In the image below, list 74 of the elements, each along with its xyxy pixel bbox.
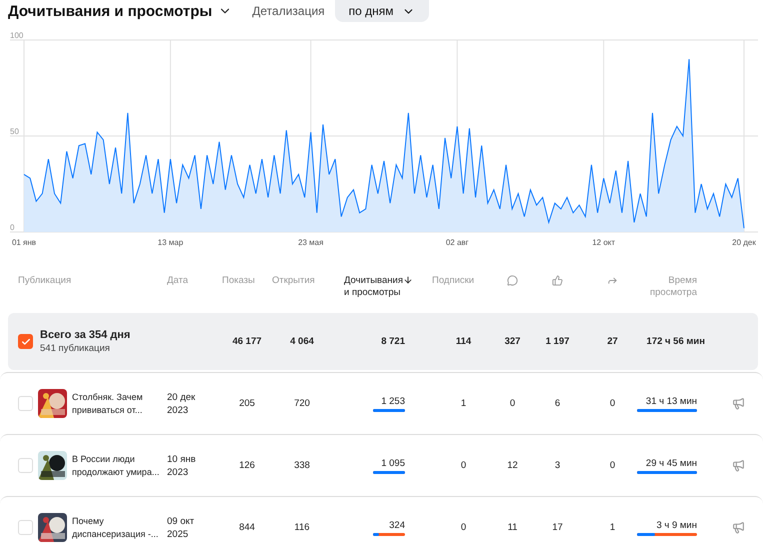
table-cell-text: 338 xyxy=(293,460,311,471)
table-cell-text: 114 xyxy=(454,336,472,347)
axis-label: 12 окт xyxy=(592,238,616,247)
table-cell-text: 0 xyxy=(608,460,616,471)
publication-title[interactable]: Столбняк. Зачем прививаться от... xyxy=(72,390,167,416)
publication-title[interactable]: Почему диспансеризация -... xyxy=(72,514,167,540)
progress-bar xyxy=(373,532,405,536)
progress-bar xyxy=(637,532,697,536)
sort-icon xyxy=(402,275,413,285)
table-cell-text: 1 xyxy=(608,522,616,533)
column-header[interactable]: Открытия xyxy=(272,275,315,287)
table-cell-text: 0 xyxy=(608,398,616,409)
column-header[interactable]: Время просмотра xyxy=(650,275,697,299)
axis-label: 50 xyxy=(10,127,19,136)
table-cell: 29 ч 45 мин xyxy=(646,458,697,468)
column-header[interactable]: Показы xyxy=(222,275,255,287)
column-header[interactable]: Дочитывания и просмотры xyxy=(344,275,403,299)
axis-label: 0 xyxy=(10,223,14,232)
table-cell-text: 844 xyxy=(238,522,256,533)
table-cell-text: 17 xyxy=(551,522,564,533)
table-cell-text: 1 xyxy=(460,398,468,409)
table-cell-text: 6 xyxy=(554,398,562,409)
axis-label: 23 мая xyxy=(298,238,324,247)
check-icon xyxy=(20,336,30,346)
table-cell-text: 0 xyxy=(460,522,468,533)
axis-label: 01 янв xyxy=(12,238,36,247)
table-cell-text: 8 721 xyxy=(380,336,406,347)
progress-bar xyxy=(637,408,697,412)
table-cell: 31 ч 13 мин xyxy=(646,396,697,406)
table-cell-text: 20 дек 2023 xyxy=(167,390,196,416)
megaphone-icon[interactable] xyxy=(732,459,744,472)
column-header[interactable]: Подписки xyxy=(432,275,474,287)
table-cell: 324 xyxy=(389,520,405,530)
table-cell-text: 126 xyxy=(238,460,256,471)
table-cell-text: 0 xyxy=(508,398,516,409)
comment-icon[interactable] xyxy=(507,275,518,286)
table-cell-text: 172 ч 56 мин xyxy=(646,336,705,347)
axis-label: 02 авг xyxy=(446,238,469,247)
table-cell-text: 0 xyxy=(460,460,468,471)
table-cell: 1 253 xyxy=(381,396,405,406)
share-icon[interactable] xyxy=(607,275,618,286)
column-header[interactable]: Публикация xyxy=(18,275,72,287)
table-cell-text: 4 064 xyxy=(289,336,315,347)
publication-title[interactable]: В России люди продолжают умира... xyxy=(72,452,167,478)
axis-label: 20 дек xyxy=(732,238,756,247)
table-cell-text: 720 xyxy=(293,398,311,409)
table-cell-text: 1 197 xyxy=(544,336,570,347)
table-cell-text: 116 xyxy=(293,522,311,533)
table-cell: 1 095 xyxy=(381,458,405,468)
detail-label: Детализация xyxy=(252,4,325,18)
table-cell-text: 11 xyxy=(506,522,518,533)
column-header[interactable]: Дата xyxy=(167,275,188,287)
total-title: Всего за 354 дня xyxy=(40,329,132,341)
total-subtitle: 541 публикация xyxy=(40,343,111,354)
table-cell-text: 27 xyxy=(606,336,619,347)
table-cell: 3 ч 9 мин xyxy=(656,520,697,530)
table-cell-text: 10 янв 2023 xyxy=(167,452,197,478)
progress-bar xyxy=(373,470,405,474)
detail-dropdown[interactable]: по дням xyxy=(334,0,429,22)
axis-label: 100 xyxy=(10,31,24,40)
megaphone-icon[interactable] xyxy=(732,397,744,410)
table-cell-text: 12 xyxy=(506,460,519,471)
axis-label: 13 мар xyxy=(158,238,184,247)
table-cell-text: 46 177 xyxy=(231,336,263,347)
table-cell-text: 3 xyxy=(554,460,562,471)
table-cell-text: 09 окт 2025 xyxy=(167,514,196,540)
like-icon[interactable] xyxy=(552,275,563,286)
checkbox[interactable] xyxy=(18,334,33,349)
page-title: Дочитывания и просмотры xyxy=(8,2,212,20)
table-cell-text: 327 xyxy=(504,336,522,347)
table-cell-text: 205 xyxy=(238,398,256,409)
progress-bar xyxy=(637,470,697,474)
megaphone-icon[interactable] xyxy=(732,521,744,534)
progress-bar xyxy=(373,408,405,412)
